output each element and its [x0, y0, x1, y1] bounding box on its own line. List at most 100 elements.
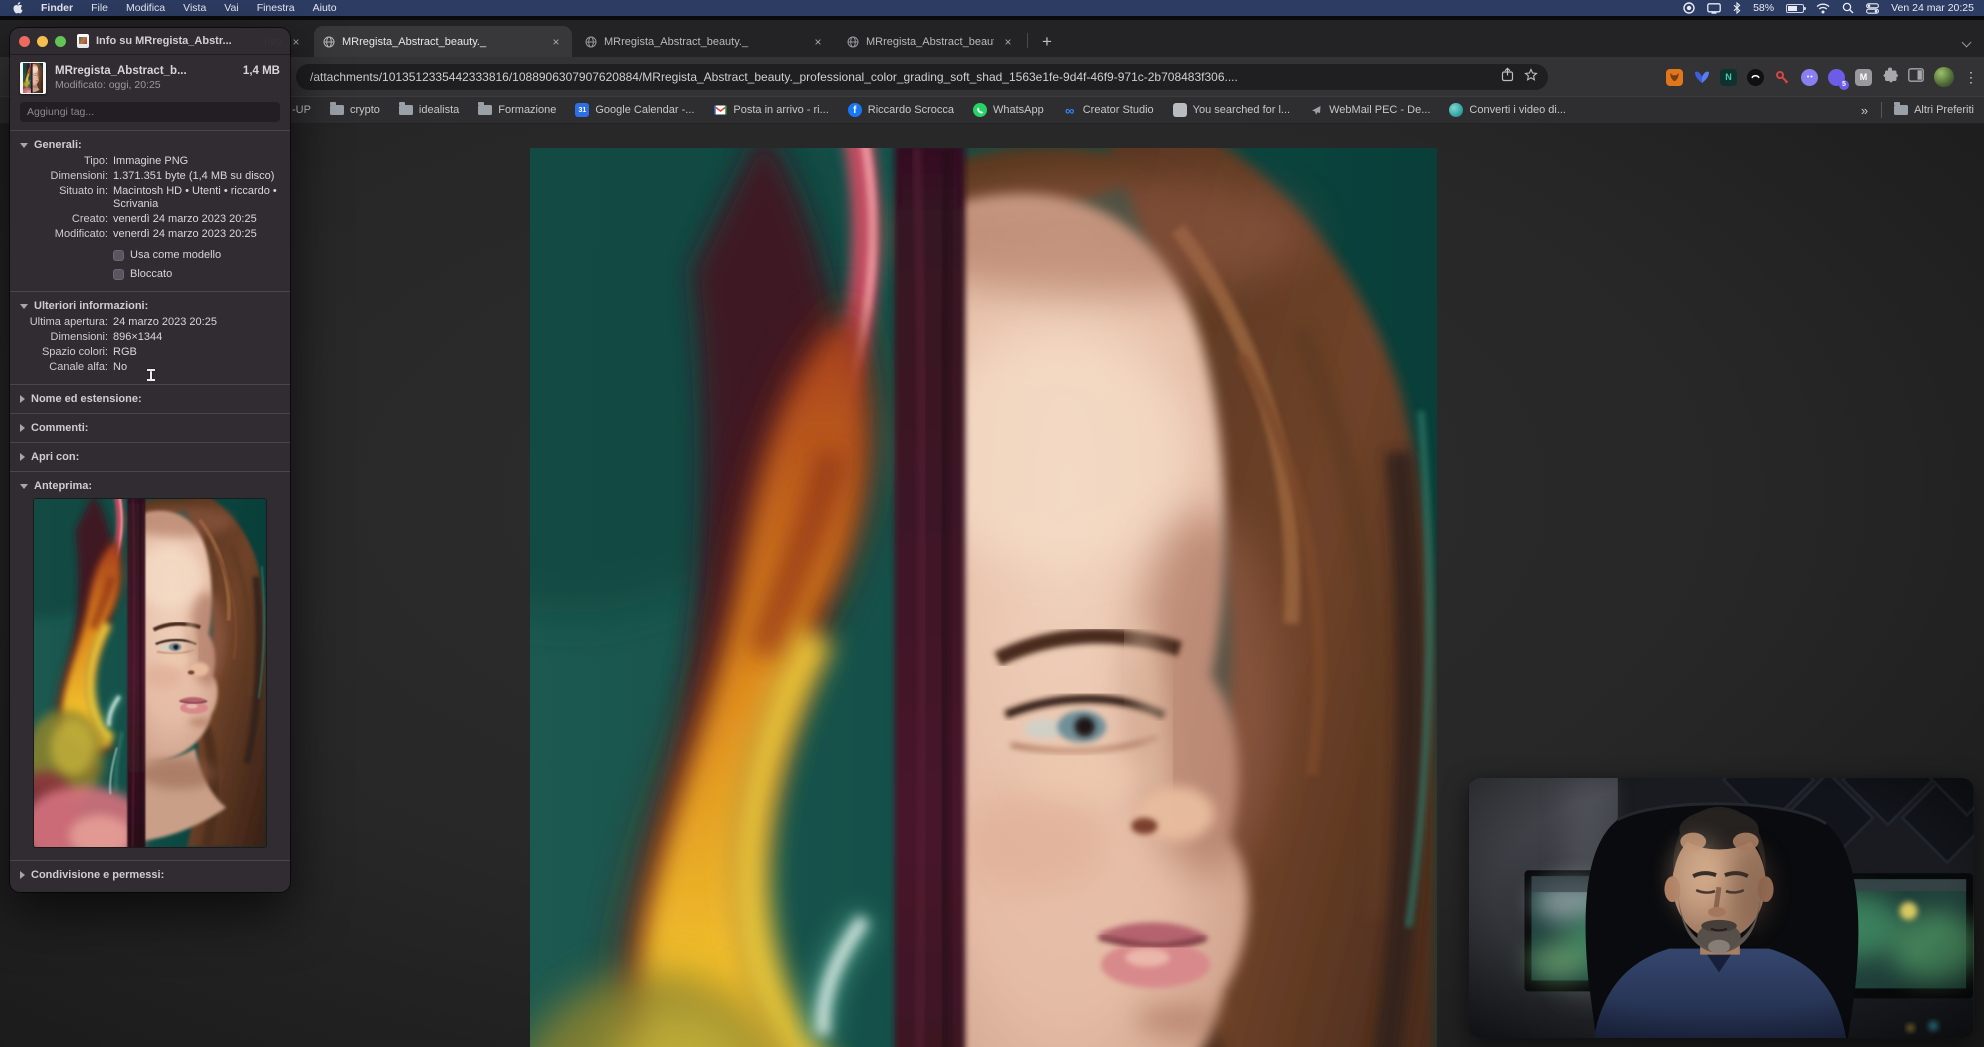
menu-aiuto[interactable]: Aiuto [304, 2, 346, 14]
bookmark-facebook[interactable]: f Riccardo Scrocca [847, 103, 954, 117]
apple-menu-icon[interactable] [10, 2, 24, 14]
checkbox-usa-come-modello[interactable]: Usa come modello [113, 249, 290, 261]
attachment-image[interactable] [530, 148, 1437, 1047]
menu-finder[interactable]: Finder [32, 2, 82, 14]
bookmark-label: -UP [292, 104, 311, 116]
share-icon[interactable] [1501, 67, 1514, 87]
tab-2[interactable]: MRregista_Abstract_beauty._ [576, 26, 834, 57]
bluetooth-icon[interactable] [1733, 2, 1741, 14]
disclosure-triangle-icon [20, 453, 25, 461]
disclosure-triangle-icon [20, 395, 25, 403]
m-extension-icon[interactable]: M [1855, 68, 1872, 86]
info-row-creato: Creato: venerdì 24 marzo 2023 20:25 [71, 213, 257, 225]
bookmark-crypto[interactable]: crypto [329, 102, 380, 116]
close-window-button[interactable] [19, 35, 30, 47]
bookmark-google-calendar[interactable]: 31 Google Calendar -... [575, 103, 694, 117]
browser-menu-icon[interactable] [1964, 68, 1978, 86]
address-bar[interactable]: /attachments/1013512335442333816/1088906… [296, 64, 1548, 90]
menu-vai[interactable]: Vai [215, 2, 247, 14]
bookmarks-separator [1881, 102, 1883, 118]
battery-icon[interactable] [1786, 3, 1807, 13]
section-ulteriori-header[interactable]: Ulteriori informazioni: [10, 297, 290, 315]
close-tab-icon[interactable] [289, 35, 303, 49]
page-content [0, 124, 1984, 1047]
wifi-icon[interactable] [1816, 3, 1830, 14]
menu-finestra[interactable]: Finestra [248, 2, 304, 14]
bookmark-altri-preferiti[interactable]: Altri Preferiti [1894, 102, 1974, 116]
menu-file[interactable]: File [82, 2, 117, 14]
tab-3[interactable]: MRregista_Abstract_beauty._ [838, 26, 1024, 57]
purple-badge-extension-icon[interactable]: 5 [1828, 68, 1849, 90]
section-nome-header[interactable]: Nome ed estensione: [10, 390, 290, 408]
bookmark-label: Creator Studio [1082, 104, 1154, 116]
extensions-puzzle-icon[interactable] [1882, 67, 1898, 88]
section-nome-ed-estensione: Nome ed estensione: [10, 384, 290, 413]
info-row-situato-in: Situato in: Macintosh HD • Utenti • ricca… [59, 185, 277, 210]
bookmark-converti-video[interactable]: Converti i video di... [1449, 103, 1566, 117]
zoom-window-button[interactable] [55, 35, 66, 47]
section-anteprima: Anteprima: [10, 471, 290, 860]
tab-divider [1027, 33, 1028, 48]
info-row-spazio-colori: Spazio colori: RGB [41, 346, 137, 358]
bookmark-label: crypto [349, 104, 380, 116]
bookmark-formazione[interactable]: Formazione [478, 102, 557, 116]
bookmark-label: Formazione [498, 104, 557, 116]
section-apri-con-header[interactable]: Apri con: [10, 448, 290, 466]
info-window-titlebar[interactable]: Info su MRregista_Abstr... [10, 28, 290, 55]
section-condivisione-header[interactable]: Condivisione e permessi: [10, 866, 290, 884]
close-tab-icon[interactable] [549, 35, 563, 49]
tab-strip: ney MRregista_Abstract_beauty._ MRregist… [0, 20, 1984, 57]
tab-active[interactable]: MRregista_Abstract_beauty._ [314, 26, 572, 57]
screen-record-icon[interactable] [1683, 2, 1695, 14]
disclosure-triangle-icon [20, 303, 28, 309]
bookmark-gmail[interactable]: Posta in arrivo - ri... [713, 103, 829, 117]
bookmark-star-icon[interactable] [1524, 67, 1538, 87]
gray-page-icon [1172, 103, 1187, 117]
whatsapp-icon [972, 103, 987, 117]
tab-overflow-chevron-icon[interactable] [1962, 37, 1972, 47]
purple-ghost-extension-icon[interactable] [1801, 68, 1818, 86]
bookmark-up[interactable]: -UP [292, 104, 311, 116]
side-panel-icon[interactable] [1908, 67, 1924, 87]
key-extension-icon[interactable] [1774, 69, 1791, 86]
bookmark-idealista[interactable]: idealista [398, 102, 459, 116]
bookmarks-bar: -UP crypto idealista Formazione 31 Google… [0, 96, 1984, 123]
info-row-modificato: Modificato: venerdì 24 marzo 2023 20:25 [54, 228, 257, 240]
profile-avatar[interactable] [1934, 67, 1954, 87]
menu-bar-clock[interactable]: Ven 24 mar 20:25 [1891, 2, 1974, 14]
bookmark-whatsapp[interactable]: WhatsApp [972, 103, 1044, 117]
extension-badge: 5 [1839, 79, 1849, 90]
minimize-window-button[interactable] [37, 35, 48, 47]
close-tab-icon[interactable] [811, 35, 825, 49]
tab-label: MRregista_Abstract_beauty._ [342, 35, 487, 48]
bookmarks-overflow-icon[interactable]: » [1861, 103, 1869, 118]
bookmark-label: Altri Preferiti [1914, 104, 1974, 116]
control-center-icon[interactable] [1866, 2, 1880, 14]
section-commenti-header[interactable]: Commenti: [10, 419, 290, 437]
section-anteprima-header[interactable]: Anteprima: [10, 477, 290, 495]
bookmark-webmail-pec[interactable]: WebMail PEC - De... [1309, 103, 1430, 117]
section-label: Condivisione e permessi: [31, 869, 165, 881]
folder-icon [1894, 102, 1909, 115]
blue-wings-extension-icon[interactable] [1693, 69, 1710, 86]
fox-extension-icon[interactable] [1666, 68, 1683, 86]
n-extension-icon[interactable]: N [1720, 68, 1737, 86]
bookmark-creator-studio[interactable]: ∞ Creator Studio [1063, 103, 1154, 118]
spotlight-icon[interactable] [1842, 2, 1854, 14]
tags-field[interactable]: Aggiungi tag... [20, 102, 280, 122]
disclosure-triangle-icon [20, 483, 28, 489]
checkbox-icon[interactable] [113, 249, 124, 261]
info-row-tipo: Tipo: Immagine PNG [83, 155, 189, 167]
display-icon[interactable] [1707, 2, 1721, 14]
checkbox-icon[interactable] [113, 268, 124, 280]
checkbox-bloccato[interactable]: Bloccato [113, 268, 290, 280]
screen: Finder File Modifica Vista Vai Finestra … [0, 0, 1984, 1047]
file-name: MRregista_Abstract_b... [55, 65, 187, 77]
menu-vista[interactable]: Vista [174, 2, 215, 14]
dark-circle-extension-icon[interactable] [1747, 68, 1764, 86]
new-tab-button[interactable] [1036, 30, 1058, 52]
bookmark-you-searched[interactable]: You searched for l... [1172, 103, 1290, 117]
section-generali-header[interactable]: Generali: [10, 136, 290, 154]
menu-modifica[interactable]: Modifica [117, 2, 174, 14]
close-tab-icon[interactable] [1001, 35, 1015, 49]
